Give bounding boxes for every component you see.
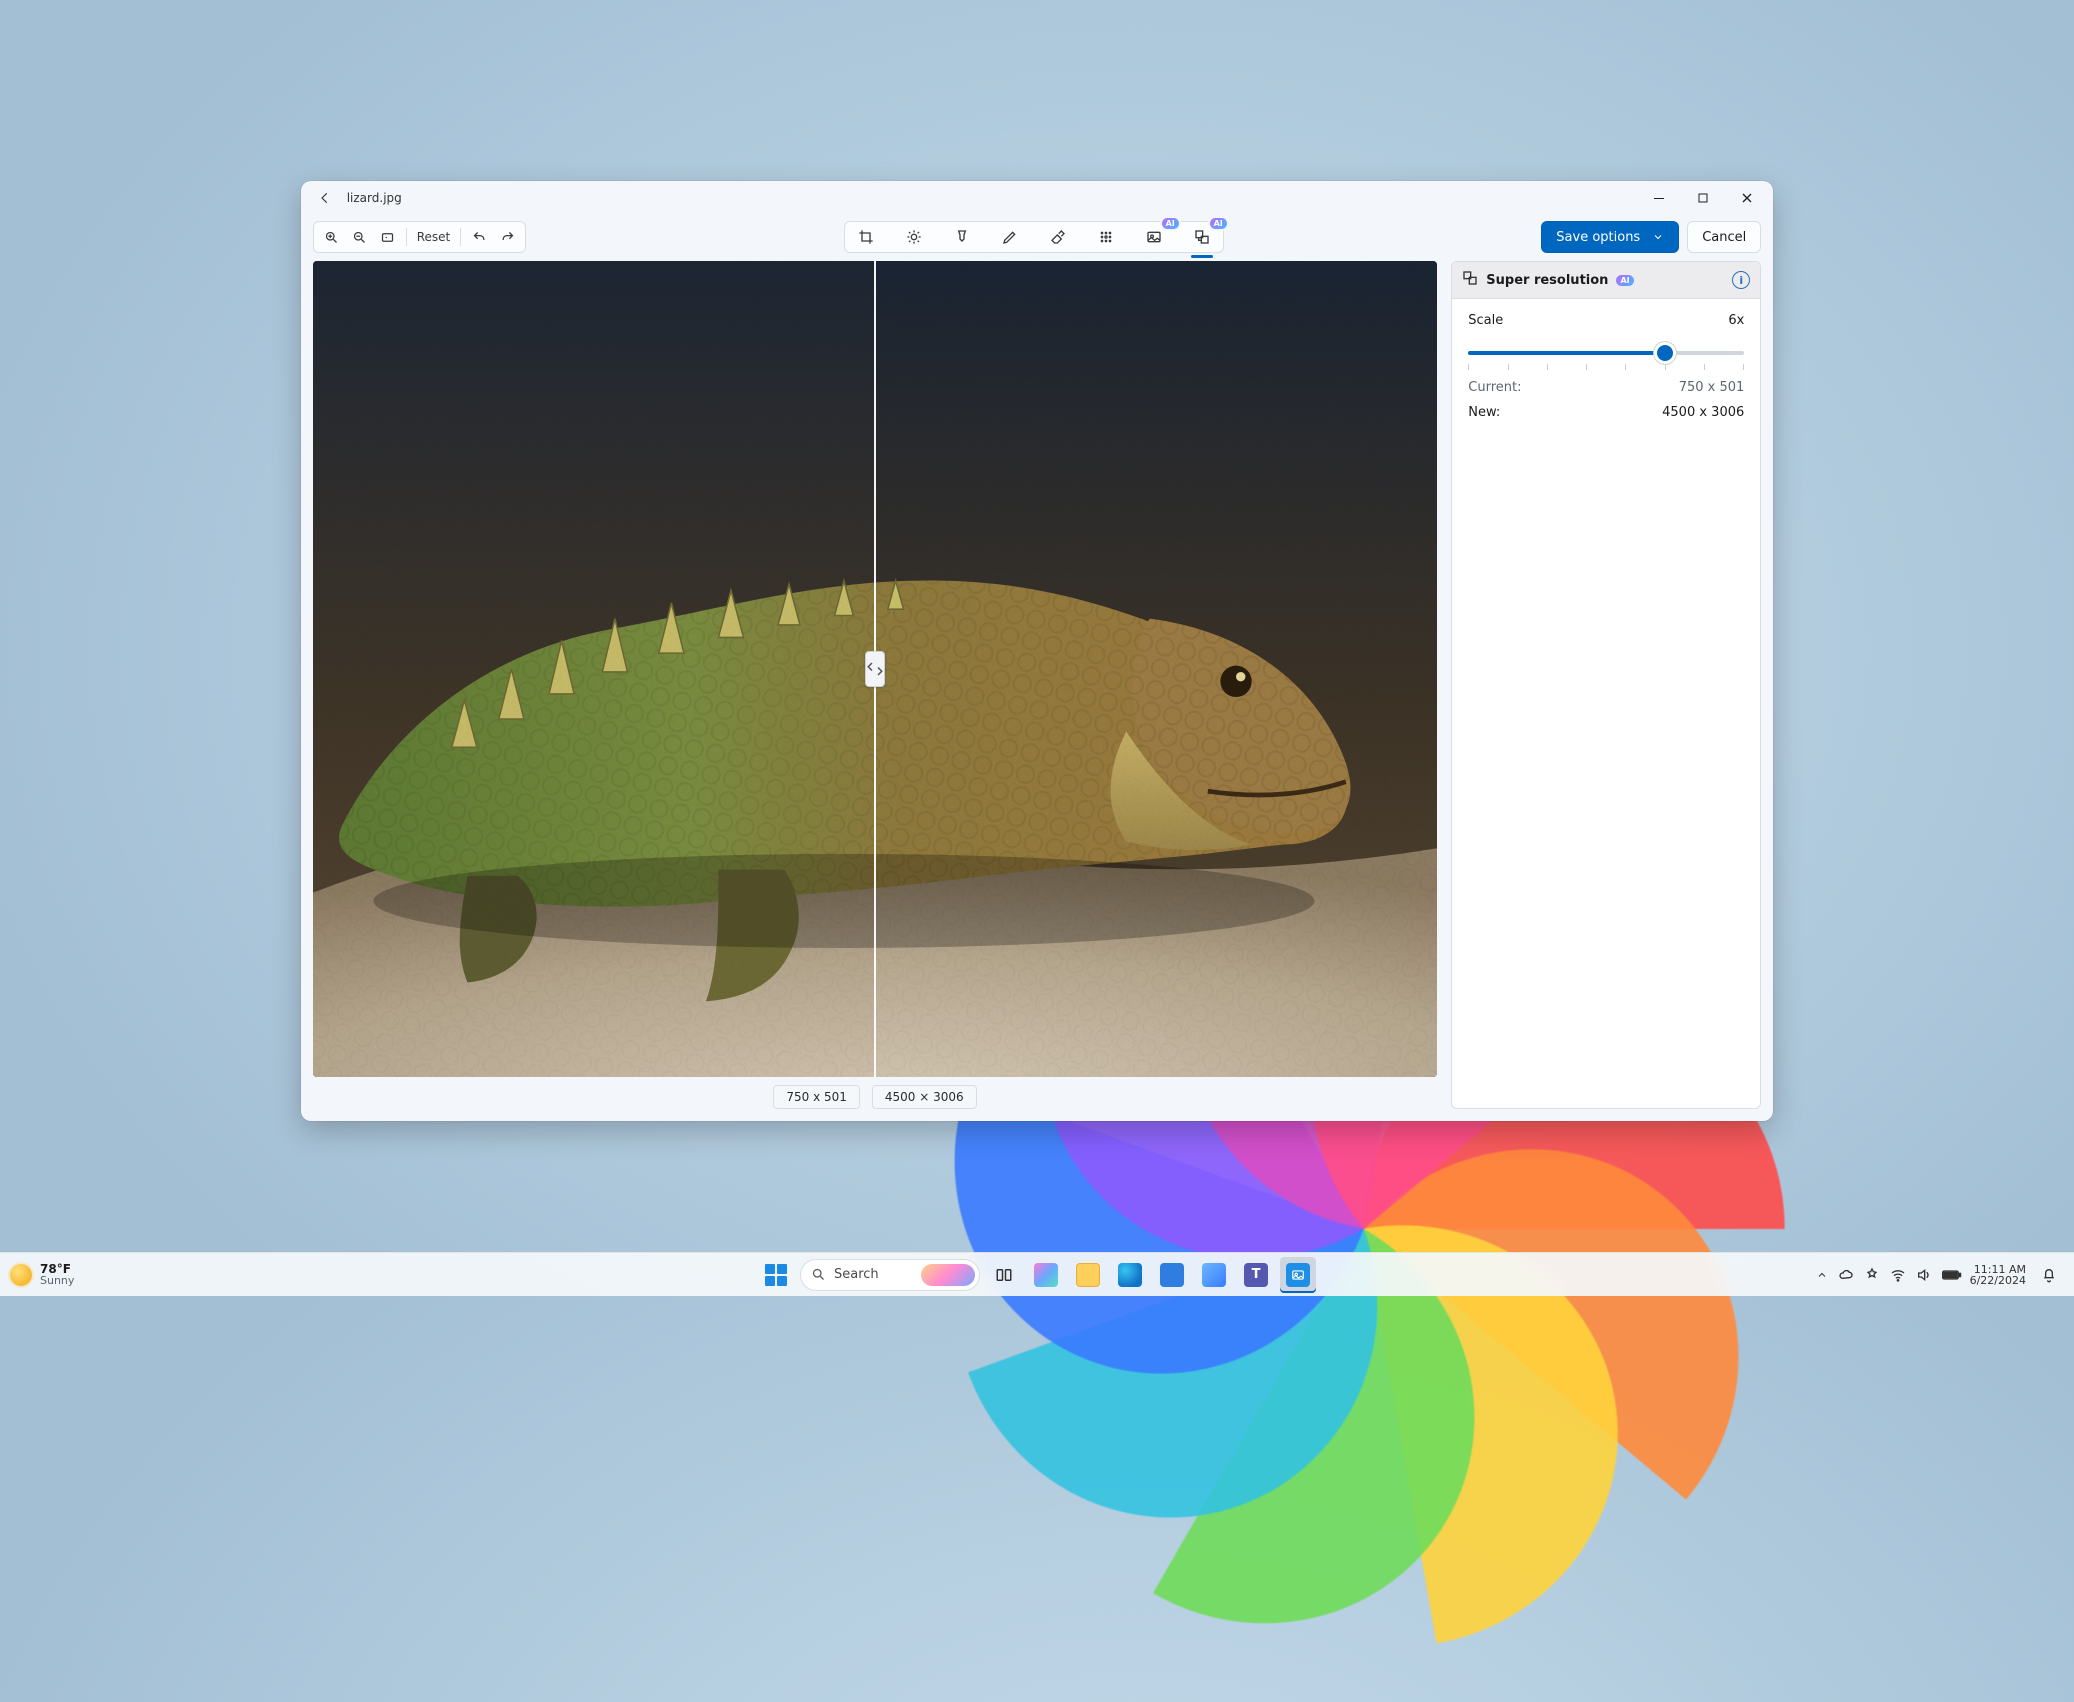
edit-tabs: AI AI xyxy=(844,221,1224,253)
scale-row: Scale 6x xyxy=(1468,313,1744,328)
task-view-button[interactable] xyxy=(986,1257,1022,1293)
panel-body: Scale 6x Current: 750 x 501 New: xyxy=(1452,299,1760,434)
new-size-chip: 4500 × 3006 xyxy=(872,1085,977,1109)
scale-label: Scale xyxy=(1468,313,1503,328)
image-canvas xyxy=(313,261,1438,1077)
taskbar-center: Search T xyxy=(758,1257,1316,1293)
minimize-button[interactable] xyxy=(1637,183,1681,213)
taskbar-right: 11:11 AM 6/22/2024 xyxy=(1816,1257,2064,1293)
generative-tab[interactable]: AI xyxy=(1137,224,1171,250)
cancel-button[interactable]: Cancel xyxy=(1687,221,1761,253)
active-tab-indicator xyxy=(1191,255,1213,258)
info-button[interactable]: i xyxy=(1732,271,1750,289)
wifi-icon xyxy=(1890,1267,1906,1283)
taskbar-search-placeholder: Search xyxy=(834,1267,879,1282)
save-options-button[interactable]: Save options xyxy=(1541,221,1679,253)
view-controls-group: Reset xyxy=(313,221,527,253)
compare-handle[interactable] xyxy=(865,651,885,687)
recall-button[interactable] xyxy=(1196,1257,1232,1293)
panel-icon xyxy=(1462,270,1478,290)
close-button[interactable] xyxy=(1725,183,1769,213)
photos-taskbar-button[interactable] xyxy=(1280,1257,1316,1293)
photos-window: lizard.jpg xyxy=(301,181,1774,1121)
notifications-button[interactable] xyxy=(2034,1257,2064,1293)
markup-tab[interactable] xyxy=(993,224,1027,250)
edge-button[interactable] xyxy=(1112,1257,1148,1293)
scale-slider[interactable] xyxy=(1468,342,1744,370)
new-size-label: New: xyxy=(1468,405,1500,420)
current-size-label: Current: xyxy=(1468,380,1521,395)
titlebar: lizard.jpg xyxy=(301,181,1774,215)
new-size-value: 4500 x 3006 xyxy=(1662,405,1744,420)
volume-icon xyxy=(1916,1267,1932,1283)
panel-title: Super resolution xyxy=(1486,273,1608,288)
current-size-value: 750 x 501 xyxy=(1679,380,1745,395)
windows-logo-icon xyxy=(765,1264,787,1286)
super-resolution-panel: Super resolution AI i Scale 6x xyxy=(1451,261,1761,1109)
reset-label: Reset xyxy=(417,230,451,244)
copilot-button[interactable] xyxy=(1028,1257,1064,1293)
back-button[interactable] xyxy=(311,184,339,212)
current-size-row: Current: 750 x 501 xyxy=(1468,380,1744,395)
teams-button[interactable]: T xyxy=(1238,1257,1274,1293)
taskbar-weather[interactable]: 78°F Sunny xyxy=(10,1263,170,1286)
onedrive-icon xyxy=(1838,1267,1854,1283)
ai-badge: AI xyxy=(1162,218,1179,229)
zoom-out-button[interactable] xyxy=(346,224,374,250)
blur-tab[interactable] xyxy=(1089,224,1123,250)
scale-value: 6x xyxy=(1728,313,1744,328)
compare-chipbar: 750 x 501 4500 × 3006 xyxy=(313,1077,1438,1109)
system-tray[interactable] xyxy=(1816,1267,1962,1283)
save-options-label: Save options xyxy=(1556,230,1640,245)
canvas-wrap: 750 x 501 4500 × 3006 xyxy=(313,261,1438,1109)
editor-toolbar: Reset xyxy=(301,215,1774,261)
erase-tab[interactable] xyxy=(1041,224,1075,250)
start-button[interactable] xyxy=(758,1257,794,1293)
explorer-button[interactable] xyxy=(1070,1257,1106,1293)
search-icon xyxy=(811,1267,826,1282)
filter-tab[interactable] xyxy=(945,224,979,250)
toolbar-actions: Save options Cancel xyxy=(1541,221,1761,253)
crop-tab[interactable] xyxy=(849,224,883,250)
search-highlight-icon xyxy=(921,1264,975,1286)
adjust-tab[interactable] xyxy=(897,224,931,250)
cancel-label: Cancel xyxy=(1702,230,1746,245)
taskbar: 78°F Sunny Search T xyxy=(0,1252,2074,1296)
original-size-chip: 750 x 501 xyxy=(773,1085,860,1109)
zoom-in-button[interactable] xyxy=(318,224,346,250)
taskbar-clock[interactable]: 11:11 AM 6/22/2024 xyxy=(1970,1264,2026,1286)
panel-header: Super resolution AI i xyxy=(1452,262,1760,299)
ai-badge: AI xyxy=(1616,275,1633,286)
battery-icon xyxy=(1942,1268,1962,1282)
weather-condition: Sunny xyxy=(40,1275,74,1286)
file-name: lizard.jpg xyxy=(347,191,402,205)
reset-button[interactable]: Reset xyxy=(411,224,457,250)
clock-time: 11:11 AM xyxy=(1974,1264,2026,1275)
tray-overflow-icon xyxy=(1816,1269,1828,1281)
maximize-button[interactable] xyxy=(1681,183,1725,213)
copilot-tray-icon xyxy=(1864,1267,1880,1283)
fit-button[interactable] xyxy=(374,224,402,250)
store-button[interactable] xyxy=(1154,1257,1190,1293)
workspace: 750 x 501 4500 × 3006 Super resolution A… xyxy=(301,261,1774,1121)
weather-icon xyxy=(10,1264,32,1286)
ai-badge: AI xyxy=(1210,218,1227,229)
taskbar-search[interactable]: Search xyxy=(800,1259,980,1291)
redo-button[interactable] xyxy=(493,224,521,250)
new-size-row: New: 4500 x 3006 xyxy=(1468,405,1744,420)
super-resolution-tab[interactable]: AI xyxy=(1185,224,1219,250)
undo-button[interactable] xyxy=(465,224,493,250)
clock-date: 6/22/2024 xyxy=(1970,1275,2026,1286)
